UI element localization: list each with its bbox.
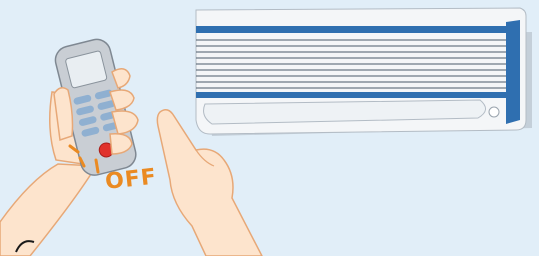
- air-conditioner-icon: [195, 7, 532, 136]
- illustration: [0, 7, 532, 256]
